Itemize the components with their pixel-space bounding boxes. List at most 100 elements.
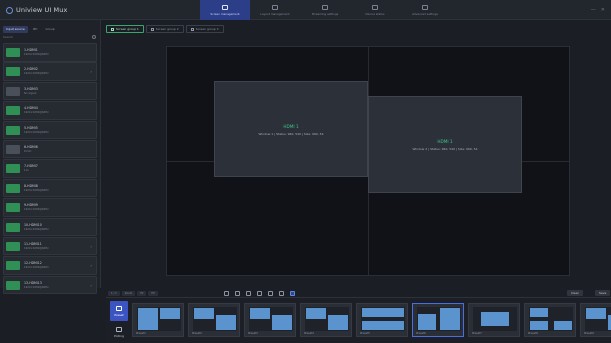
preset-window-block: [138, 308, 158, 330]
nav-streaming-settings[interactable]: Streaming settings: [300, 0, 350, 20]
canvas-toolbar: 1 / 1 Zoom Fit Fill Clear Save: [106, 289, 611, 297]
tab-screen-group-1[interactable]: Screen group 1: [106, 25, 144, 33]
list-item[interactable]: 2-HDMI2 1920×1080@60Hz ›: [3, 62, 97, 81]
display-window-2[interactable]: HDMI 1 Window 2 | Status: 960, 540 | Siz…: [368, 96, 522, 193]
expand-icon[interactable]: ›: [90, 283, 92, 288]
preset-label: Preset2: [192, 332, 202, 335]
tab-screen-group-2[interactable]: Screen group 2: [145, 25, 184, 33]
polling-icon: [116, 326, 122, 332]
preset-window-block: [586, 308, 606, 320]
source-list: 1-HDMI1 1920×1080@60Hz 2-HDMI2 1920×1080@60…: [3, 43, 97, 295]
preset-window-block: [272, 315, 292, 330]
list-item[interactable]: 13-HDMI13 1920×1080@60Hz ›: [3, 275, 97, 295]
stream-icon: [322, 4, 328, 10]
source-thumbnail: [6, 67, 20, 77]
expand-icon[interactable]: ›: [90, 69, 92, 74]
source-thumbnail: [6, 48, 20, 57]
zoom-chip[interactable]: Zoom: [121, 290, 136, 296]
expand-icon[interactable]: ›: [90, 244, 92, 249]
preset-preview: [417, 307, 461, 331]
list-item[interactable]: 8-HDMI8 1920×1080@60Hz: [3, 178, 97, 198]
preset-card[interactable]: Preset5: [356, 303, 408, 337]
mode-preset[interactable]: Preset: [110, 301, 128, 321]
list-item[interactable]: 12-HDMI12 1920×1080@60Hz ›: [3, 256, 97, 275]
delete-icon[interactable]: [279, 290, 284, 296]
list-item[interactable]: 11-HDMI11 1920×1080@60Hz ›: [3, 236, 97, 256]
nav-screen-management[interactable]: Screen management: [200, 0, 250, 20]
video-wall-canvas[interactable]: HDMI 1 Window 1 | Status: 960, 540 | Siz…: [166, 46, 570, 276]
list-item[interactable]: 1-HDMI1 1920×1080@60Hz: [3, 43, 97, 62]
display-window-1[interactable]: HDMI 1 Window 1 | Status: 960, 540 | Siz…: [214, 81, 368, 177]
tab-screen-group-3[interactable]: Screen group 3: [185, 25, 224, 33]
expand-icon[interactable]: ›: [90, 263, 92, 268]
nav-advanced-settings[interactable]: Advanced settings: [400, 0, 450, 20]
fit-chip[interactable]: Fit: [137, 290, 147, 296]
source-description: 1920×1080@60Hz: [24, 53, 49, 56]
align-icon[interactable]: [235, 290, 240, 296]
logo-icon: [6, 6, 13, 14]
preset-card[interactable]: Preset9: [580, 303, 611, 337]
source-thumbnail: [6, 144, 20, 154]
source-description: 1x1: [24, 169, 29, 173]
fill-chip[interactable]: Fill: [148, 290, 158, 296]
split-icon[interactable]: [246, 290, 251, 296]
save-button[interactable]: Save: [595, 290, 611, 296]
list-item[interactable]: 9-HDMI9 1920×1080@60Hz: [3, 198, 97, 217]
preset-preview: [529, 307, 573, 331]
source-name: 13-HDMI13: [24, 280, 42, 285]
source-thumbnail: [6, 125, 20, 135]
preset-card[interactable]: Preset2: [188, 303, 240, 337]
list-item[interactable]: 6-HDMI6 DVI-D: [3, 139, 97, 159]
close-icon[interactable]: ✕: [601, 7, 605, 13]
search-input[interactable]: Search: [3, 35, 98, 41]
preset-card[interactable]: Preset6: [412, 303, 464, 337]
tab-ipc[interactable]: IPC: [30, 26, 41, 33]
source-thumbnail: [6, 241, 20, 251]
list-item[interactable]: 4-HDMI4 1920×1080@60Hz: [3, 101, 97, 120]
source-name: 11-HDMI11: [24, 241, 42, 246]
list-item[interactable]: 10-HDMI10 1920×1080@60Hz: [3, 217, 97, 237]
toolbar-tools: [224, 289, 295, 297]
list-item[interactable]: 7-HDMI7 1x1: [3, 159, 97, 178]
source-name: 5-HDMI5: [24, 125, 38, 130]
source-thumbnail: [6, 86, 20, 96]
sidebar: Input source IPC Group Search 1-HDMI1 192…: [0, 20, 101, 295]
list-item[interactable]: 5-HDMI5 1920×1080@60Hz: [3, 120, 97, 140]
page-indicator[interactable]: 1 / 1: [108, 290, 120, 296]
device-icon: [372, 4, 378, 10]
source-description: 1920×1080@60Hz: [24, 72, 49, 76]
preset-card[interactable]: Preset8: [524, 303, 576, 337]
preset-card[interactable]: Preset4: [300, 303, 352, 337]
minimize-icon[interactable]: —: [591, 7, 596, 13]
preset-preview: [361, 307, 405, 331]
nav-device-status[interactable]: Device status: [350, 0, 400, 20]
preset-card[interactable]: Preset3: [244, 303, 296, 337]
source-name: 1-HDMI1: [24, 48, 38, 52]
preset-window-block: [216, 315, 236, 330]
preset-card[interactable]: Preset7: [468, 303, 520, 337]
layers-icon[interactable]: [268, 290, 273, 296]
clear-button[interactable]: Clear: [567, 290, 583, 296]
preset-window-block: [328, 315, 348, 330]
tab-group[interactable]: Group: [42, 26, 57, 33]
source-name: 2-HDMI2: [24, 67, 38, 72]
preset-label: Preset1: [136, 332, 146, 335]
preset-window-block: [480, 311, 510, 327]
mode-polling[interactable]: Polling: [110, 322, 128, 342]
list-item[interactable]: 3-HDMI3 No Signal: [3, 81, 97, 101]
nav-layout-management[interactable]: Layout management: [250, 0, 300, 20]
source-description: 1920×1080@60Hz: [24, 246, 49, 250]
tab-input-source[interactable]: Input source: [3, 26, 28, 33]
grid-icon[interactable]: [257, 290, 262, 296]
source-name: 9-HDMI9: [24, 203, 38, 208]
top-bar: Uniview UI Mux Screen management Layout …: [0, 0, 611, 20]
preset-icon: [116, 305, 122, 311]
screen-icon: [222, 4, 228, 10]
source-description: 1920×1080@60Hz: [24, 227, 49, 231]
preset-label: Preset7: [472, 332, 482, 335]
source-description: 1920×1080@60Hz: [24, 111, 49, 115]
lock-icon[interactable]: [224, 290, 229, 296]
apply-icon[interactable]: [290, 290, 295, 296]
search-icon[interactable]: [92, 35, 96, 39]
preset-card[interactable]: Preset1: [132, 303, 184, 337]
